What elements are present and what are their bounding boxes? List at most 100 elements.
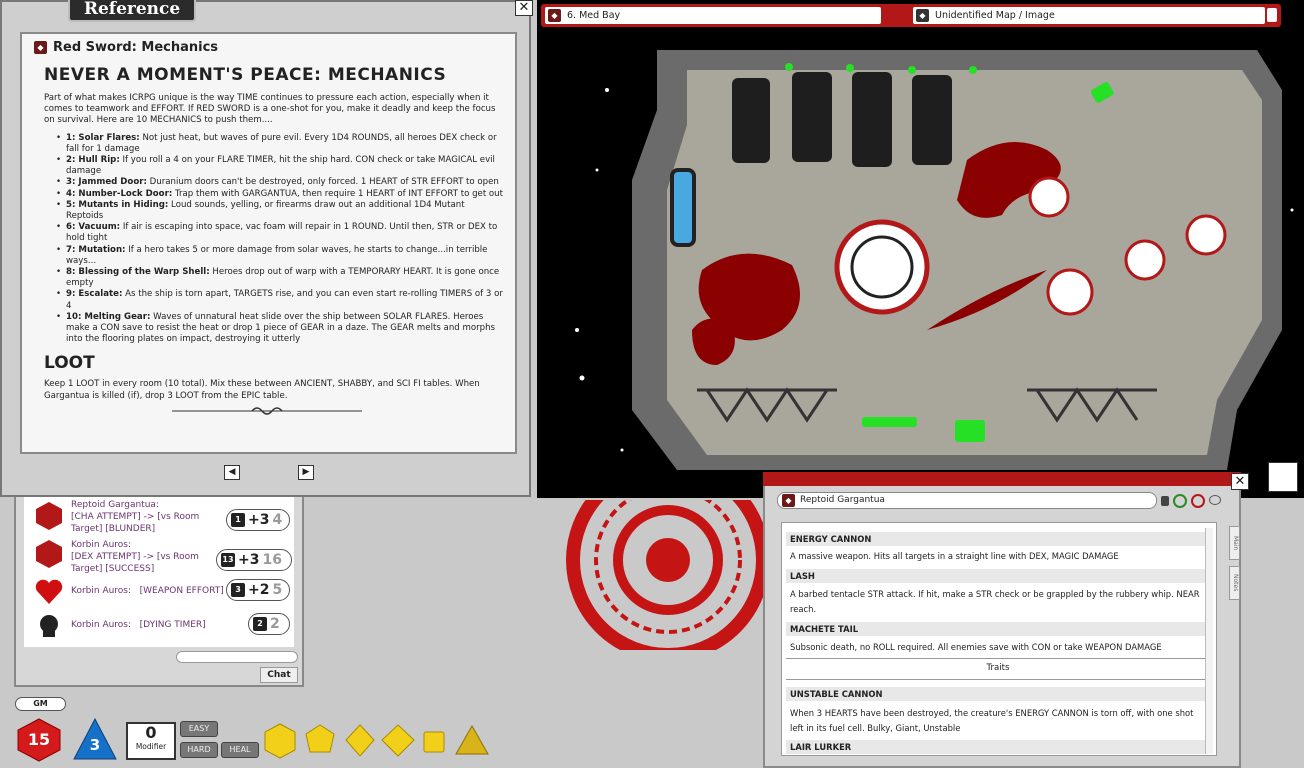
d12-die-icon — [305, 724, 335, 753]
mechanic-item: 8: Blessing of the Warp Shell: Heroes dr… — [44, 267, 503, 289]
sheet-scrollbar[interactable] — [1205, 528, 1213, 754]
mechanic-label: 5: Mutants in Hiding: — [66, 199, 169, 210]
roll-result: 1 +3 4 — [226, 509, 290, 531]
hard-button[interactable]: HARD — [180, 742, 218, 758]
ability-text-continued: reach. — [790, 604, 817, 614]
chat-action: [CHA ATTEMPT] -> [vs Room — [71, 512, 200, 522]
ability-text: A barbed tentacle STR attack. If hit, ma… — [790, 589, 1200, 599]
divider — [786, 658, 1210, 659]
roll-result: 13 +3 16 — [216, 549, 292, 571]
mechanics-heading: NEVER A MOMENT'S PEACE: MECHANICS — [44, 65, 447, 85]
easy-button[interactable]: EASY — [180, 721, 218, 737]
die-face: 13 — [221, 553, 235, 567]
mechanic-label: 1: Solar Flares: — [66, 132, 140, 143]
creature-icon: ◆ — [782, 494, 795, 507]
roll-total: +3 — [238, 552, 260, 568]
d6-die-icon — [423, 731, 445, 753]
mechanic-item: 5: Mutants in Hiding: Loud sounds, yelli… — [44, 200, 503, 222]
traits-heading: Traits — [986, 663, 1010, 673]
gm-badge: GM — [15, 697, 66, 711]
mechanic-text: Trap them with GARGANTUA, then require 1… — [172, 188, 504, 199]
ability-text: Subsonic death, no ROLL required. All en… — [790, 642, 1162, 652]
mechanic-label: 8: Blessing of the Warp Shell: — [66, 267, 210, 278]
ornament-divider — [172, 407, 362, 415]
heal-button[interactable]: HEAL — [221, 742, 259, 758]
journal-icon: ◆ — [34, 41, 47, 54]
die-face: 1 — [231, 513, 245, 527]
map-controls-icon[interactable] — [1268, 462, 1298, 492]
mechanics-list: 1: Solar Flares: Not just heat, but wave… — [44, 133, 503, 346]
chat-speaker: Reptoid Gargantua: — [71, 500, 159, 510]
id-icon[interactable] — [1173, 494, 1187, 508]
modifier-value: 0 — [145, 723, 157, 742]
mechanics-intro: Part of what makes ICRPG unique is the w… — [44, 93, 496, 126]
tab-image[interactable]: ◆ Unidentified Map / Image — [913, 7, 1265, 24]
mechanic-item: 7: Mutation: If a hero takes 5 or more d… — [44, 245, 503, 267]
tab-main[interactable]: Main — [1229, 526, 1240, 560]
reference-window: ◆ Red Sword: Mechanics NEVER A MOMENT'S … — [0, 0, 533, 497]
lock-icon[interactable] — [1161, 496, 1169, 506]
med-bay-map[interactable] — [537, 30, 1304, 498]
roll-target: 16 — [262, 552, 282, 568]
close-sheet-button[interactable]: ✕ — [1231, 473, 1249, 490]
tab-notes[interactable]: Notes — [1229, 566, 1240, 600]
mechanic-label: 9: Escalate: — [66, 289, 123, 300]
chat-input[interactable] — [176, 651, 298, 663]
mechanic-label: 7: Mutation: — [66, 244, 126, 255]
sheet-title-bar[interactable] — [763, 472, 1241, 486]
chat-speaker: Korbin Auros: — [71, 586, 132, 596]
tab-room-label: 6. Med Bay — [567, 10, 621, 21]
d20-button[interactable]: 15 — [16, 718, 62, 762]
roll-total: +3 — [248, 512, 270, 528]
tab-room[interactable]: ◆ 6. Med Bay — [545, 7, 881, 24]
mechanic-label: 6: Vacuum: — [66, 222, 121, 233]
loot-heading: LOOT — [44, 353, 95, 374]
creature-details: ENERGY CANNON A massive weapon. Hits all… — [781, 522, 1217, 756]
chat-entry: Korbin Auros: [DYING TIMER] 2 2 — [30, 611, 296, 641]
d20-value: 15 — [27, 730, 51, 749]
previous-page-button[interactable]: ◀ — [224, 465, 240, 480]
chat-result: Target] [SUCCESS] — [71, 564, 155, 574]
mechanic-item: 9: Escalate: As the ship is torn apart, … — [44, 289, 503, 311]
d4-button[interactable]: 3 — [73, 717, 117, 760]
portrait-icon[interactable] — [1191, 494, 1205, 508]
modifier-box[interactable]: 0 Modifier — [126, 722, 176, 760]
mechanic-item: 4: Number-Lock Door: Trap them with GARG… — [44, 189, 503, 200]
mechanic-text: Duranium doors can't be destroyed, only … — [146, 177, 499, 188]
map-tab-bar: ◆ 6. Med Bay ◆ Unidentified Map / Image — [541, 4, 1281, 27]
d8-die-icon — [381, 724, 415, 757]
chat-bubble-icon[interactable] — [1209, 495, 1221, 505]
chat-action: [DEX ATTEMPT] -> [vs Room — [71, 552, 199, 562]
mechanic-label: 10: Melting Gear: — [66, 311, 151, 322]
chat-speaker: Korbin Auros: — [71, 540, 132, 550]
creature-sheet: ✕ ◆ Reptoid Gargantua ENERGY CANNON A ma… — [763, 472, 1249, 768]
divider — [786, 679, 1210, 680]
map-window: ◆ 6. Med Bay ◆ Unidentified Map / Image — [537, 0, 1304, 498]
roll-target: 5 — [272, 582, 283, 598]
chat-send-button[interactable]: Chat — [260, 667, 298, 683]
mechanic-text: As the ship is torn apart, TARGETS rise,… — [66, 289, 503, 311]
ability-title: MACHETE TAIL — [786, 622, 1210, 636]
mechanic-item: 3: Jammed Door: Duranium doors can't be … — [44, 177, 503, 188]
chat-speaker: Korbin Auros: — [71, 620, 132, 630]
lock-icon[interactable] — [1267, 8, 1277, 22]
d10-die-icon — [345, 724, 375, 757]
close-reference-button[interactable]: ✕ — [515, 0, 533, 16]
mechanic-item: 1: Solar Flares: Not just heat, but wave… — [44, 133, 503, 155]
mechanic-label: 4: Number-Lock Door: — [66, 188, 173, 199]
d20-roll-icon — [36, 502, 62, 530]
next-page-button[interactable]: ▶ — [298, 465, 314, 480]
tab-image-label: Unidentified Map / Image — [935, 10, 1055, 21]
reference-title-row: ◆ Red Sword: Mechanics — [34, 40, 503, 55]
modifier-label: Modifier — [135, 742, 167, 751]
chat-action: [WEAPON EFFORT] — [139, 586, 224, 596]
chat-entry: Korbin Auros: [DEX ATTEMPT] -> [vs Room Ta… — [30, 537, 296, 575]
dice-tray[interactable] — [262, 722, 492, 762]
reference-header[interactable]: Reference — [68, 0, 196, 22]
trait-text-continued: left in its fuel cell. Bulky, Giant, Uns… — [790, 723, 961, 733]
reference-title: Red Sword: Mechanics — [53, 40, 219, 55]
creature-name-field[interactable]: ◆ Reptoid Gargantua — [777, 492, 1157, 509]
chat-entry: Korbin Auros: [WEAPON EFFORT] 3 +2 5 — [30, 577, 296, 607]
die-face: 2 — [253, 617, 267, 631]
mechanic-text: If air is escaping into space, vac foam … — [66, 222, 498, 244]
